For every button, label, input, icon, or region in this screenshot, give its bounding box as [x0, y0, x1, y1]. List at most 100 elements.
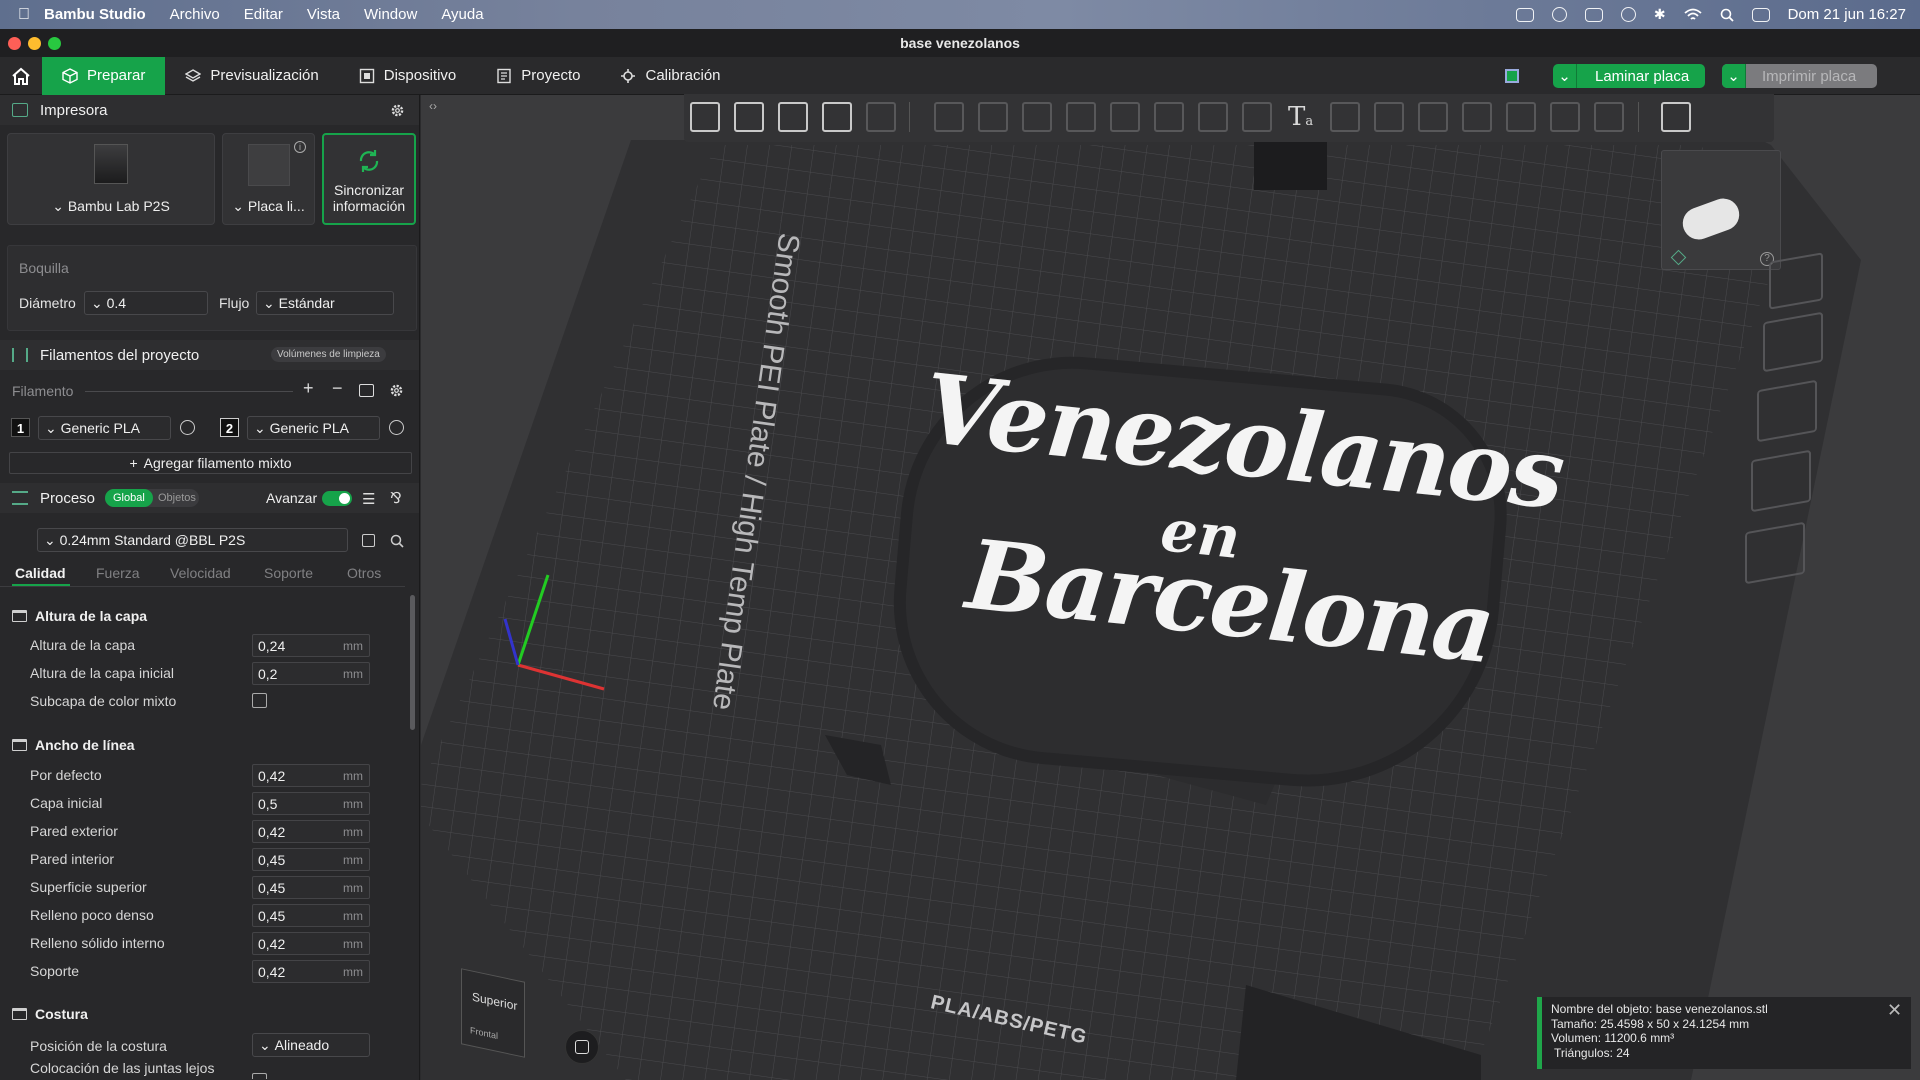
rotate-icon[interactable] — [978, 102, 1008, 132]
plate-card[interactable]: i ⌄ Placa li... — [222, 133, 315, 225]
setting-input[interactable]: 0,42 mm — [252, 932, 370, 955]
minimize-window-button[interactable] — [28, 37, 41, 50]
tab-preparar[interactable]: Preparar — [42, 56, 166, 95]
setting-input[interactable]: 0,45 mm — [252, 876, 370, 899]
measure-icon[interactable] — [1374, 102, 1404, 132]
filament-2-edit-icon[interactable] — [389, 420, 404, 435]
view-cube[interactable]: Superior Frontal — [461, 968, 525, 1058]
layers-tool-icon[interactable] — [866, 102, 896, 132]
filament-1-select[interactable]: ⌄ Generic PLA — [38, 416, 171, 440]
plate-thumbnail-preview[interactable]: ? — [1661, 150, 1781, 270]
menu-app-name[interactable]: Bambu Studio — [30, 6, 158, 23]
close-window-button[interactable] — [8, 37, 21, 50]
plate-layout-icon[interactable] — [1505, 69, 1519, 83]
lock-icon[interactable] — [1751, 449, 1811, 513]
split-icon[interactable] — [1462, 102, 1492, 132]
slice-plate-button[interactable]: ⌄ Laminar placa — [1553, 64, 1705, 88]
setting-input[interactable]: 0,2 mm — [252, 662, 370, 685]
setting-input[interactable]: 0,24 mm — [252, 634, 370, 657]
tab-otros[interactable]: Otros — [347, 565, 381, 581]
setting-input[interactable]: 0,42 mm — [252, 820, 370, 843]
clock[interactable]: Dom 21 jun 16:27 — [1788, 6, 1906, 23]
seam-paint-icon[interactable] — [1594, 102, 1624, 132]
close-icon[interactable]: ✕ — [1887, 1001, 1902, 1018]
tab-previsualizacion[interactable]: Previsualización — [165, 57, 338, 95]
menu-window[interactable]: Window — [352, 6, 429, 23]
boolean-icon[interactable] — [1154, 102, 1184, 132]
status-sync-icon[interactable] — [1551, 7, 1567, 22]
scrollbar[interactable] — [410, 595, 415, 730]
advance-switch[interactable] — [322, 491, 352, 506]
tab-calidad[interactable]: Calidad — [15, 565, 66, 581]
save-icon[interactable] — [362, 534, 375, 547]
cut-icon[interactable] — [1110, 102, 1140, 132]
chevron-down-icon[interactable]: ⌄ — [1553, 64, 1577, 88]
setting-input[interactable]: 0,45 mm — [252, 904, 370, 927]
view-toggle-icon[interactable] — [1661, 102, 1691, 132]
view-cube-top[interactable]: Superior — [472, 990, 517, 1014]
color-paint-icon[interactable] — [1242, 102, 1272, 132]
menu-ayuda[interactable]: Ayuda — [429, 6, 495, 23]
mixed-color-checkbox[interactable] — [252, 693, 267, 708]
setting-input[interactable]: 0,42 mm — [252, 764, 370, 787]
tab-soporte[interactable]: Soporte — [264, 565, 313, 581]
arrange-tool-icon[interactable] — [822, 102, 852, 132]
add-plate-icon[interactable] — [734, 102, 764, 132]
text-tool-icon[interactable]: Ta — [1288, 102, 1313, 132]
brim-ears-icon[interactable] — [1550, 102, 1580, 132]
filament-sync-icon[interactable] — [359, 384, 374, 397]
menu-editar[interactable]: Editar — [232, 6, 295, 23]
compare-icon[interactable]: ⅋ — [390, 489, 402, 507]
flow-select[interactable]: ⌄ Estándar — [256, 291, 394, 315]
add-object-icon[interactable] — [690, 102, 720, 132]
auto-orient-icon[interactable] — [1763, 311, 1823, 373]
tab-dispositivo[interactable]: Dispositivo — [339, 57, 477, 95]
list-icon[interactable]: ☰ — [362, 490, 375, 508]
objects-label[interactable]: Objetos — [158, 492, 196, 504]
support-paint-icon[interactable] — [1198, 102, 1228, 132]
print-plate-button[interactable]: ⌄ Imprimir placa — [1722, 64, 1877, 88]
seam-away-checkbox[interactable] — [252, 1073, 267, 1079]
control-center-icon[interactable] — [1751, 7, 1770, 22]
apple-icon[interactable]:  — [0, 6, 30, 24]
wifi-icon[interactable] — [1683, 8, 1702, 22]
assembly-icon[interactable] — [1418, 102, 1448, 132]
filament-1-edit-icon[interactable] — [180, 420, 195, 435]
chevron-down-icon[interactable]: ⌄ — [1722, 64, 1746, 88]
auto-orient-tool-icon[interactable] — [778, 102, 808, 132]
tab-velocidad[interactable]: Velocidad — [170, 565, 231, 581]
setting-input[interactable]: 0,42 mm — [252, 960, 370, 983]
setting-input[interactable]: 0,5 mm — [252, 792, 370, 815]
seam-position-select[interactable]: ⌄ Alineado — [252, 1033, 370, 1057]
sync-info-button[interactable]: Sincronizar información — [322, 133, 416, 225]
info-icon[interactable]: i — [294, 141, 306, 153]
tab-proyecto[interactable]: Proyecto — [476, 57, 600, 95]
lay-flat-icon[interactable] — [1066, 102, 1096, 132]
status-clock-icon[interactable] — [1620, 7, 1636, 22]
remove-filament-icon[interactable]: − — [332, 378, 343, 399]
status-app-icon[interactable] — [1584, 7, 1603, 22]
gear-icon[interactable] — [389, 383, 404, 398]
tab-calibracion[interactable]: Calibración — [600, 57, 740, 95]
collapse-right-icon[interactable] — [1769, 252, 1823, 310]
variable-layer-icon[interactable] — [1506, 102, 1536, 132]
move-icon[interactable] — [934, 102, 964, 132]
scale-icon[interactable] — [1022, 102, 1052, 132]
tab-fuerza[interactable]: Fuerza — [96, 565, 140, 581]
process-profile-select[interactable]: ⌄ 0.24mm Standard @BBL P2S — [37, 528, 348, 552]
status-display-icon[interactable] — [1515, 7, 1534, 22]
search-icon[interactable] — [1720, 8, 1734, 22]
add-mixed-filament-button[interactable]: + Agregar filamento mixto — [9, 452, 412, 474]
purge-volumes-button[interactable]: Volúmenes de limpieza — [271, 347, 386, 362]
global-label[interactable]: Global — [105, 489, 153, 507]
plate-settings-icon[interactable] — [1745, 521, 1805, 585]
filament-2-select[interactable]: ⌄ Generic PLA — [247, 416, 380, 440]
view-cube-front[interactable]: Frontal — [470, 1025, 498, 1041]
menu-vista[interactable]: Vista — [295, 6, 352, 23]
setting-input[interactable]: 0,45 mm — [252, 848, 370, 871]
camera-reset-button[interactable] — [565, 1030, 599, 1064]
zoom-window-button[interactable] — [48, 37, 61, 50]
bluetooth-icon[interactable]: ✱ — [1654, 6, 1666, 23]
arrange-icon[interactable] — [1757, 379, 1817, 443]
3d-viewport[interactable]: ‹› Smooth PEI Plate / High Temp Plate PL… — [421, 95, 1920, 1080]
